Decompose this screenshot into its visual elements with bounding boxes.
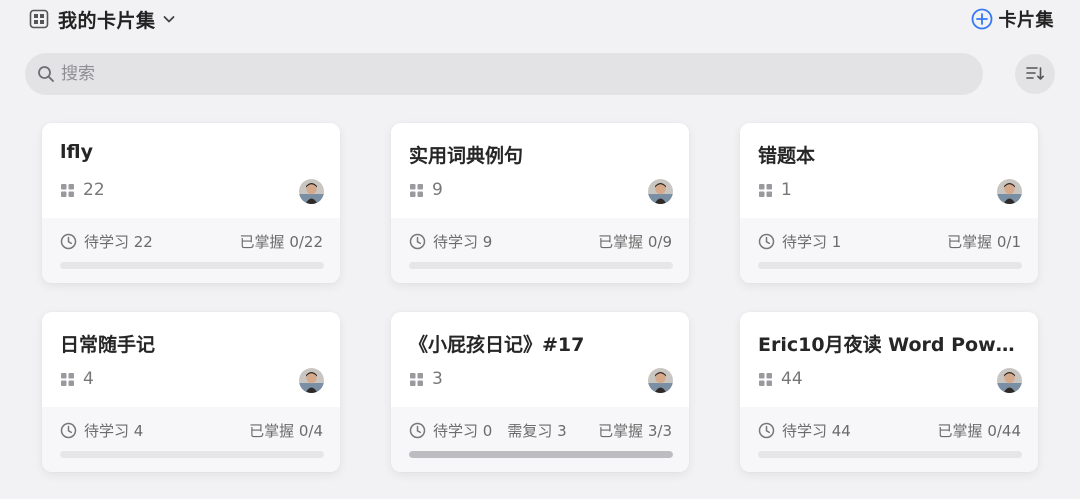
study-status: 待学习 44	[758, 420, 851, 441]
search-bar	[25, 53, 983, 95]
avatar[interactable]	[299, 179, 324, 204]
collection-card[interactable]: 《小屁孩日记》#17 3 待学习 0 需复习 3 已掌握 3/3	[391, 312, 689, 472]
card-count: 3	[432, 369, 443, 389]
card-header: lfly 22	[42, 123, 340, 218]
card-header: Eric10月夜读 Word Power... 44	[740, 312, 1038, 407]
sort-icon	[1026, 67, 1044, 80]
add-collection-label: 卡片集	[998, 10, 1054, 31]
pending-count: 待学习 4	[84, 422, 144, 440]
card-count-row: 9	[409, 180, 443, 200]
card-footer: 待学习 0 需复习 3 已掌握 3/3	[391, 407, 689, 472]
study-status: 待学习 4	[60, 420, 143, 441]
card-header: 错题本 1	[740, 123, 1038, 218]
mastered-count: 已掌握 0/44	[937, 422, 1021, 440]
avatar[interactable]	[648, 179, 673, 204]
card-header: 实用词典例句 9	[391, 123, 689, 218]
card-count-row: 44	[758, 369, 803, 389]
progress-bar	[409, 262, 673, 269]
study-status: 待学习 9	[409, 231, 492, 252]
search-input[interactable]	[61, 64, 941, 84]
pending-count: 待学习 9	[433, 233, 493, 251]
study-status: 待学习 22	[60, 231, 153, 252]
chevron-down-icon	[163, 16, 174, 23]
card-count: 4	[83, 369, 94, 389]
plus-circle-icon	[971, 8, 992, 30]
pending-count: 待学习 22	[84, 233, 153, 251]
collection-card[interactable]: 日常随手记 4 待学习 4 已掌握 0/4	[42, 312, 340, 472]
clock-icon	[758, 422, 775, 439]
cards-grid-icon	[410, 372, 423, 386]
progress-bar	[409, 451, 673, 458]
clock-icon	[409, 233, 426, 250]
collection-card[interactable]: Eric10月夜读 Word Power... 44 待学习 44 已掌握 0/…	[740, 312, 1038, 472]
avatar[interactable]	[648, 368, 673, 393]
cards-grid-icon	[410, 183, 423, 197]
clock-icon	[758, 233, 775, 250]
card-count: 22	[83, 180, 105, 200]
mastered-count: 已掌握 0/22	[239, 233, 323, 251]
cards-grid-icon	[61, 183, 74, 197]
card-footer: 待学习 1 已掌握 0/1	[740, 218, 1038, 283]
card-footer: 待学习 44 已掌握 0/44	[740, 407, 1038, 472]
card-header: 日常随手记 4	[42, 312, 340, 407]
card-count-row: 4	[60, 369, 94, 389]
cards-grid-icon	[61, 372, 74, 386]
progress-bar	[758, 262, 1022, 269]
card-header: 《小屁孩日记》#17 3	[391, 312, 689, 407]
card-title: lfly	[60, 141, 93, 163]
avatar[interactable]	[997, 179, 1022, 204]
collection-card[interactable]: 实用词典例句 9 待学习 9 已掌握 0/9	[391, 123, 689, 283]
card-count: 1	[781, 180, 792, 200]
avatar[interactable]	[299, 368, 324, 393]
collection-switcher[interactable]: 我的卡片集	[29, 6, 176, 32]
page-title: 我的卡片集	[58, 9, 156, 32]
card-count-row: 1	[758, 180, 792, 200]
avatar[interactable]	[997, 368, 1022, 393]
study-status: 待学习 0 需复习 3	[409, 420, 567, 441]
pending-count: 待学习 0	[433, 422, 493, 440]
top-bar: 我的卡片集 卡片集	[0, 0, 1080, 40]
collection-card[interactable]: 错题本 1 待学习 1 已掌握 0/1	[740, 123, 1038, 283]
mastered-count: 已掌握 0/1	[947, 233, 1021, 251]
clock-icon	[60, 422, 77, 439]
card-title: 错题本	[758, 145, 816, 167]
card-footer: 待学习 4 已掌握 0/4	[42, 407, 340, 472]
progress-bar	[60, 262, 324, 269]
collection-card[interactable]: lfly 22 待学习 22 已掌握 0/22	[42, 123, 340, 283]
card-count-row: 22	[60, 180, 105, 200]
mastered-count: 已掌握 3/3	[598, 422, 672, 440]
card-title: 《小屁孩日记》#17	[409, 334, 585, 356]
sort-button[interactable]	[1015, 54, 1055, 94]
mastered-count: 已掌握 0/9	[598, 233, 672, 251]
card-footer: 待学习 9 已掌握 0/9	[391, 218, 689, 283]
collection-grid-icon	[29, 9, 49, 29]
card-title: 日常随手记	[60, 334, 156, 356]
add-collection-button[interactable]: 卡片集	[971, 6, 1055, 32]
cards-grid-icon	[759, 183, 772, 197]
search-icon	[38, 66, 54, 82]
progress-fill	[409, 451, 673, 458]
progress-bar	[60, 451, 324, 458]
review-count: 需复习 3	[507, 422, 567, 440]
mastered-count: 已掌握 0/4	[249, 422, 323, 440]
study-status: 待学习 1	[758, 231, 841, 252]
pending-count: 待学习 1	[782, 233, 842, 251]
card-title: 实用词典例句	[409, 145, 524, 167]
card-title: Eric10月夜读 Word Power...	[758, 334, 1020, 356]
clock-icon	[409, 422, 426, 439]
card-count: 9	[432, 180, 443, 200]
progress-bar	[758, 451, 1022, 458]
card-count-row: 3	[409, 369, 443, 389]
card-footer: 待学习 22 已掌握 0/22	[42, 218, 340, 283]
pending-count: 待学习 44	[782, 422, 851, 440]
clock-icon	[60, 233, 77, 250]
card-count: 44	[781, 369, 803, 389]
cards-grid-icon	[759, 372, 772, 386]
